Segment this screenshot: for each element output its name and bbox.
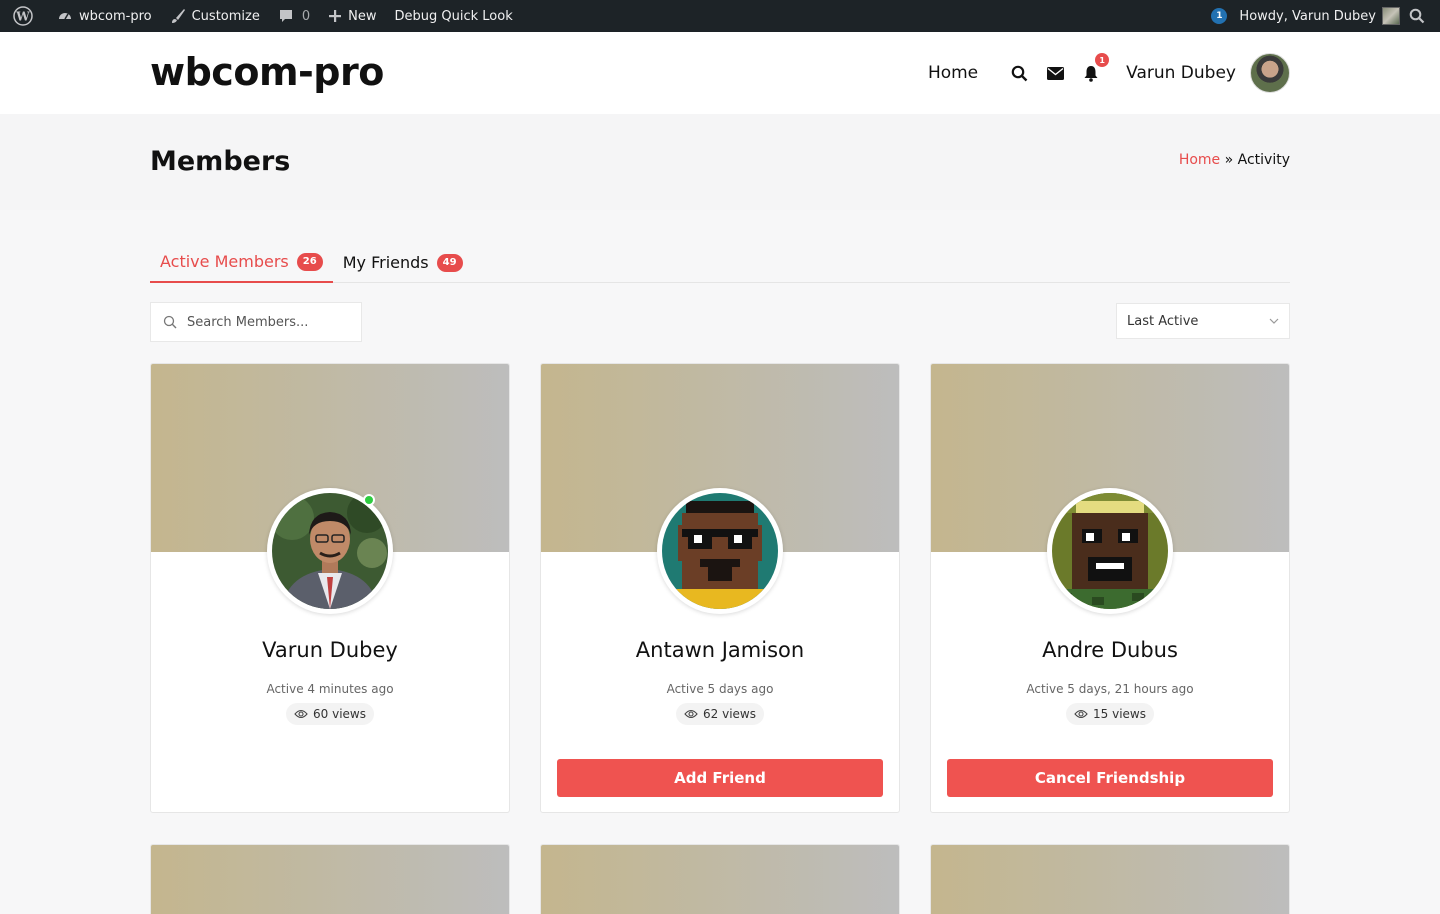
member-last-active: Active 4 minutes ago (266, 682, 394, 696)
notification-count-badge: 1 (1095, 53, 1110, 67)
member-views-badge: 60 views (286, 703, 374, 725)
plus-icon (329, 10, 342, 22)
admin-notification-badge[interactable]: 1 (1211, 8, 1228, 24)
page-title: Members (150, 146, 291, 177)
brush-icon (171, 9, 185, 23)
breadcrumb-separator: » (1220, 152, 1238, 168)
member-views-count: 15 views (1093, 707, 1146, 721)
admin-new[interactable]: New (319, 0, 385, 32)
member-views-badge: 62 views (676, 703, 764, 725)
member-name[interactable]: Antawn Jamison (541, 638, 899, 662)
tab-active-members-label: Active Members (160, 252, 289, 271)
member-avatar (272, 493, 388, 609)
admin-search[interactable] (1400, 0, 1440, 32)
tab-my-friends-label: My Friends (342, 253, 429, 272)
member-card (150, 844, 510, 914)
breadcrumb: Home » Activity (1179, 152, 1290, 168)
eye-icon (294, 709, 308, 719)
admin-new-label: New (348, 8, 377, 24)
search-icon[interactable] (1010, 64, 1028, 82)
admin-comments[interactable]: 0 (269, 0, 319, 32)
member-avatar-frame[interactable] (267, 488, 393, 614)
comment-icon (279, 10, 292, 22)
tab-my-friends[interactable]: My Friends 49 (333, 242, 473, 283)
member-avatar (662, 493, 778, 609)
members-directory: Active Members 26 My Friends 49 Last Act… (0, 210, 1440, 914)
svg-text:W: W (15, 10, 30, 24)
member-card (540, 844, 900, 914)
member-search-input[interactable] (187, 314, 347, 330)
admin-debug-label: Debug Quick Look (394, 8, 513, 24)
main-nav: Home 1 Varun Dubey (928, 52, 1290, 94)
member-search (150, 302, 362, 342)
member-avatar-frame[interactable] (1047, 488, 1173, 614)
member-order-select[interactable]: Last Active (1116, 303, 1290, 339)
member-last-active: Active 5 days, 21 hours ago (1026, 682, 1194, 696)
admin-howdy: Howdy, Varun Dubey (1239, 8, 1376, 24)
admin-bar: W wbcom-pro Customize 0 New Debug Quick … (0, 0, 1440, 32)
member-cover-image (931, 845, 1289, 914)
wordpress-logo-icon[interactable]: W (4, 0, 48, 32)
member-avatar (1052, 493, 1168, 609)
eye-icon (1074, 709, 1088, 719)
cancel-friendship-button[interactable]: Cancel Friendship (947, 759, 1273, 797)
add-friend-button[interactable]: Add Friend (557, 759, 883, 797)
tab-active-members-count: 26 (296, 252, 323, 271)
member-card: Varun Dubey Active 4 minutes ago 60 view… (150, 363, 510, 813)
admin-avatar (1382, 7, 1400, 25)
eye-icon (684, 709, 698, 719)
dashboard-icon (59, 13, 71, 20)
notifications-bell-icon[interactable]: 1 (1082, 53, 1110, 82)
page-header: Members Home » Activity (0, 114, 1440, 210)
member-tabs: Active Members 26 My Friends 49 (150, 242, 1290, 283)
member-order-value: Last Active (1127, 313, 1199, 329)
tab-my-friends-count: 49 (436, 253, 463, 272)
member-views-count: 60 views (313, 707, 366, 721)
member-cover-image (151, 845, 509, 914)
admin-site-name-label: wbcom-pro (79, 8, 152, 24)
site-title[interactable]: wbcom-pro (150, 50, 384, 94)
nav-user-name[interactable]: Varun Dubey (1126, 63, 1236, 83)
user-avatar[interactable] (1250, 53, 1290, 93)
admin-customize[interactable]: Customize (161, 0, 269, 32)
tab-active-members[interactable]: Active Members 26 (150, 242, 333, 283)
member-card (930, 844, 1290, 914)
member-name[interactable]: Andre Dubus (931, 638, 1289, 662)
breadcrumb-current: Activity (1237, 152, 1290, 168)
breadcrumb-home-link[interactable]: Home (1179, 152, 1220, 168)
nav-home[interactable]: Home (928, 63, 978, 83)
search-icon (1409, 8, 1425, 24)
search-icon (163, 315, 177, 329)
admin-comments-count: 0 (301, 8, 311, 24)
chevron-down-icon (1269, 318, 1279, 324)
admin-debug[interactable]: Debug Quick Look (386, 0, 522, 32)
member-views-count: 62 views (703, 707, 756, 721)
member-card: Antawn Jamison Active 5 days ago 62 view… (540, 363, 900, 813)
member-card: Andre Dubus Active 5 days, 21 hours ago … (930, 363, 1290, 813)
online-status-indicator (363, 494, 375, 506)
member-avatar-frame[interactable] (657, 488, 783, 614)
messages-envelope-icon[interactable] (1046, 64, 1064, 82)
site-header: wbcom-pro Home 1 Varun Dubey (0, 32, 1440, 114)
admin-account[interactable]: Howdy, Varun Dubey (1239, 0, 1400, 32)
admin-site-name[interactable]: wbcom-pro (48, 0, 161, 32)
member-name[interactable]: Varun Dubey (151, 638, 509, 662)
member-last-active: Active 5 days ago (666, 682, 774, 696)
member-cover-image (541, 845, 899, 914)
admin-customize-label: Customize (191, 8, 260, 24)
member-views-badge: 15 views (1066, 703, 1154, 725)
